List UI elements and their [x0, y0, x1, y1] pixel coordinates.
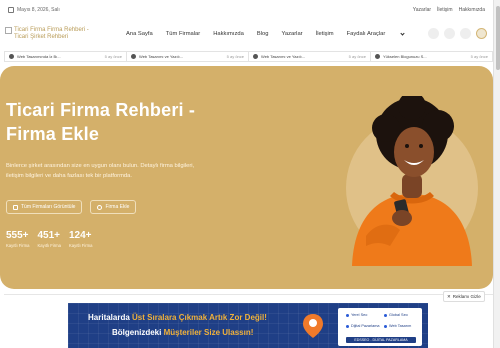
check-icon [384, 324, 387, 328]
ad-feature: Web Tasarım [384, 324, 411, 328]
hero-section: Ticari Firma Rehberi - Firma Ekle Binler… [0, 66, 493, 289]
add-firm-label: Firma Ekle [105, 204, 130, 210]
ad-subheadline: Bölgenizdeki Müşteriler Size Ulassın! [112, 328, 253, 337]
ad-feature: Dijital Pazarlama [346, 324, 380, 328]
ad-subheadline-part1: Bölgenizdeki [112, 328, 164, 337]
search-icon[interactable] [428, 28, 439, 39]
post-icon [375, 54, 380, 59]
hero-title-line1: Ticari Firma Rehberi - [6, 100, 196, 120]
page: Mayıs 8, 2026, Salı Yazarlar İletişim Ha… [0, 0, 500, 348]
calendar-icon [8, 7, 14, 13]
ticker-item[interactable]: Web Tasarımı ve Yazılı... 5 ay önce [127, 52, 249, 61]
stat-label: Kayıtlı Firma [37, 243, 62, 248]
ad-headline-part2: Üst Sıralara Çıkmak Artık Zor Değil! [132, 313, 267, 322]
content-divider [4, 294, 493, 299]
date-display: Mayıs 8, 2026, Salı [8, 7, 60, 13]
scrollbar-thumb[interactable] [495, 6, 500, 70]
ticker-title: Web Tasarımında İz Bı... [17, 54, 61, 59]
account-icon[interactable] [476, 28, 487, 39]
user-icon[interactable] [444, 28, 455, 39]
hero-title-line2: Firma Ekle [6, 124, 100, 144]
check-icon [346, 313, 349, 317]
stat-number: 555+ [6, 230, 29, 241]
ticker-title: Web Tasarımı ve Yazılı... [139, 54, 183, 59]
ad-services-panel: Yerel Seo Global Seo Dijital Pazarlama W… [338, 308, 422, 346]
view-all-firms-button[interactable]: Tüm Firmaları Görüntüle [6, 200, 83, 214]
ticker-time: 5 ay önce [104, 54, 122, 59]
stat-item: 124+ Kayıtlı Firma [69, 230, 93, 248]
stat-label: Kayıtlı Firma [69, 243, 93, 248]
main-nav: Ana Sayfa Tüm Firmalar Hakkımızda Blog Y… [126, 30, 417, 37]
hero-woman-image [346, 96, 478, 266]
post-icon [131, 54, 136, 59]
ad-feature: Global Seo [384, 313, 408, 317]
post-icon [9, 54, 14, 59]
top-link-contact[interactable]: İletişim [437, 7, 453, 13]
stat-number: 124+ [69, 230, 92, 241]
ad-brand: EDSSEO - DİJİTAL PAZARLAMA [346, 337, 416, 343]
news-ticker: Web Tasarımında İz Bı... 5 ay önce Web T… [4, 51, 493, 62]
nav-all-firms[interactable]: Tüm Firmalar [166, 31, 200, 37]
ticker-item[interactable]: Web Tasarımı ve Yazılı... 5 ay önce [249, 52, 371, 61]
post-icon [253, 54, 258, 59]
nav-tools-dropdown[interactable]: Faydalı Araçlar [346, 30, 405, 37]
ad-feature-label: Global Seo [389, 313, 408, 317]
site-header: Ticari Firma Firma Rehberi - Ticari Şirk… [0, 20, 493, 48]
hero-description: Binlerce şirket arasından size en uygun … [6, 161, 246, 181]
nav-blog[interactable]: Blog [257, 31, 269, 37]
chevron-down-icon [400, 30, 405, 36]
ad-feature-label: Dijital Pazarlama [351, 324, 380, 328]
ticker-time: 5 ay önce [470, 54, 488, 59]
date-text: Mayıs 8, 2026, Salı [17, 7, 60, 13]
page-scrollbar[interactable] [493, 0, 500, 348]
ad-banner[interactable]: Haritalarda Üst Sıralara Çıkmak Artık Zo… [68, 303, 428, 348]
nav-contact[interactable]: İletişim [316, 31, 334, 37]
stat-label: Kayıtlı Firma [6, 243, 30, 248]
ticker-title: Yükselen Blogunuzu S... [383, 54, 427, 59]
broken-image-icon [5, 27, 12, 34]
ticker-item[interactable]: Web Tasarımında İz Bı... 5 ay önce [5, 52, 127, 61]
ticker-title: Web Tasarımı ve Yazılı... [261, 54, 305, 59]
ad-headline-part1: Haritalarda [88, 313, 133, 322]
check-icon [384, 313, 387, 317]
view-all-firms-label: Tüm Firmaları Görüntüle [21, 204, 76, 210]
ad-subheadline-part2: Müşteriler Size Ulassın! [163, 328, 254, 337]
nav-about[interactable]: Hakkımızda [213, 31, 244, 37]
map-pin-icon [303, 314, 323, 338]
stat-item: 451+ Kayıtlı Firma [38, 230, 62, 248]
hero-desc-line2: iletişim bilgileri ve daha fazlası tek b… [6, 173, 132, 179]
stat-number: 451+ [37, 230, 61, 241]
top-links: Yazarlar İletişim Hakkımızda [413, 7, 485, 13]
nav-tools-label: Faydalı Araçlar [346, 31, 386, 37]
hide-ad-label: Reklamı Gizle [452, 294, 481, 299]
logo-alt-text: Ticari Firma Firma Rehberi - Ticari Şirk… [14, 27, 89, 40]
ticker-time: 5 ay önce [348, 54, 366, 59]
stat-item: 555+ Kayıtlı Firma [6, 230, 30, 248]
ad-headline: Haritalarda Üst Sıralara Çıkmak Artık Zo… [88, 313, 267, 322]
check-icon [346, 324, 349, 328]
ad-feature-label: Yerel Seo [351, 313, 368, 317]
add-firm-button[interactable]: Firma Ekle [90, 200, 137, 214]
site-logo[interactable]: Ticari Firma Firma Rehberi - Ticari Şirk… [5, 27, 100, 41]
ad-feature: Yerel Seo [346, 313, 367, 317]
hero-desc-line1: Binlerce şirket arasından size en uygun … [6, 163, 195, 169]
header-actions [428, 28, 487, 39]
moon-icon[interactable] [460, 28, 471, 39]
plus-circle-icon [97, 204, 103, 210]
nav-authors[interactable]: Yazarlar [281, 31, 302, 37]
hide-ad-button[interactable]: ✕ Reklamı Gizle [443, 291, 485, 302]
hero-title: Ticari Firma Rehberi - Firma Ekle [6, 98, 195, 146]
top-link-authors[interactable]: Yazarlar [413, 7, 431, 13]
ticker-item[interactable]: Yükselen Blogunuzu S... 5 ay önce [371, 52, 492, 61]
close-icon: ✕ [447, 293, 451, 299]
hero-stats: 555+ Kayıtlı Firma 451+ Kayıtlı Firma 12… [6, 230, 93, 248]
nav-home[interactable]: Ana Sayfa [126, 31, 153, 37]
ad-feature-label: Web Tasarım [389, 324, 412, 328]
list-icon [13, 204, 18, 210]
ticker-time: 5 ay önce [226, 54, 244, 59]
hero-buttons: Tüm Firmaları Görüntüle Firma Ekle [6, 200, 137, 214]
top-link-about[interactable]: Hakkımızda [459, 7, 485, 13]
top-bar: Mayıs 8, 2026, Salı Yazarlar İletişim Ha… [0, 0, 493, 20]
